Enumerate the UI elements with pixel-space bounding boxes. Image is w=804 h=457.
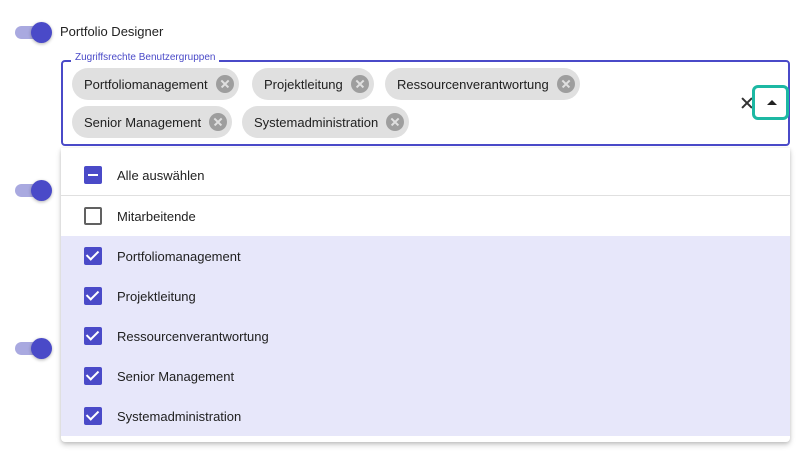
checkbox-checked-icon[interactable] bbox=[84, 327, 102, 345]
options-listbox: Alle auswählen Mitarbeitende Portfolioma… bbox=[61, 148, 790, 442]
toggle-label: Portfolio Designer bbox=[60, 24, 164, 39]
chip-remove-icon[interactable] bbox=[350, 75, 369, 93]
toggle-thumb bbox=[31, 338, 52, 359]
chip-systemadministration: Systemadministration bbox=[242, 106, 410, 138]
option-label: Portfoliomanagement bbox=[117, 248, 241, 264]
option-label: Alle auswählen bbox=[117, 167, 205, 183]
option-ressourcenverantwortung[interactable]: Ressourcenverantwortung bbox=[61, 316, 790, 356]
chip-remove-icon[interactable] bbox=[386, 113, 405, 131]
chip-projektleitung: Projektleitung bbox=[252, 68, 374, 100]
checkbox-indeterminate-icon[interactable] bbox=[84, 166, 102, 184]
option-select-all[interactable]: Alle auswählen bbox=[61, 155, 790, 195]
close-popup-button[interactable] bbox=[752, 85, 789, 120]
option-label: Projektleitung bbox=[117, 288, 196, 304]
option-portfoliomanagement[interactable]: Portfoliomanagement bbox=[61, 236, 790, 276]
chip-label: Ressourcenverantwortung bbox=[397, 76, 549, 92]
checkbox-unchecked-icon[interactable] bbox=[84, 207, 102, 225]
chip-label: Portfoliomanagement bbox=[84, 76, 208, 92]
chip-remove-icon[interactable] bbox=[215, 75, 234, 93]
chip-label: Senior Management bbox=[84, 114, 202, 130]
toggle-thumb bbox=[31, 22, 52, 43]
chip-label: Systemadministration bbox=[254, 114, 379, 130]
chip-ressourcenverantwortung: Ressourcenverantwortung bbox=[385, 68, 580, 100]
checkbox-checked-icon[interactable] bbox=[84, 367, 102, 385]
toggle-thumb bbox=[31, 180, 52, 201]
chip-remove-icon[interactable] bbox=[556, 75, 575, 93]
option-projektleitung[interactable]: Projektleitung bbox=[61, 276, 790, 316]
checkbox-checked-icon[interactable] bbox=[84, 287, 102, 305]
chip-portfoliomanagement: Portfoliomanagement bbox=[72, 68, 239, 100]
option-label: Mitarbeitende bbox=[117, 208, 196, 224]
option-senior-management[interactable]: Senior Management bbox=[61, 356, 790, 396]
chip-label: Projektleitung bbox=[264, 76, 343, 92]
portfolio-designer-toggle[interactable] bbox=[13, 21, 52, 43]
option-label: Ressourcenverantwortung bbox=[117, 328, 269, 344]
option-systemadministration[interactable]: Systemadministration bbox=[61, 396, 790, 436]
toggle-2[interactable] bbox=[13, 179, 52, 201]
chip-senior-management: Senior Management bbox=[72, 106, 233, 138]
chip-remove-icon[interactable] bbox=[209, 113, 228, 131]
toggle-3[interactable] bbox=[13, 337, 52, 359]
option-label: Systemadministration bbox=[117, 408, 242, 424]
checkbox-checked-icon[interactable] bbox=[84, 407, 102, 425]
arrow-up-icon bbox=[767, 100, 777, 105]
option-mitarbeitende[interactable]: Mitarbeitende bbox=[61, 196, 790, 236]
option-label: Senior Management bbox=[117, 368, 235, 384]
field-label: Zugriffsrechte Benutzergruppen bbox=[71, 52, 220, 63]
checkbox-checked-icon[interactable] bbox=[84, 247, 102, 265]
